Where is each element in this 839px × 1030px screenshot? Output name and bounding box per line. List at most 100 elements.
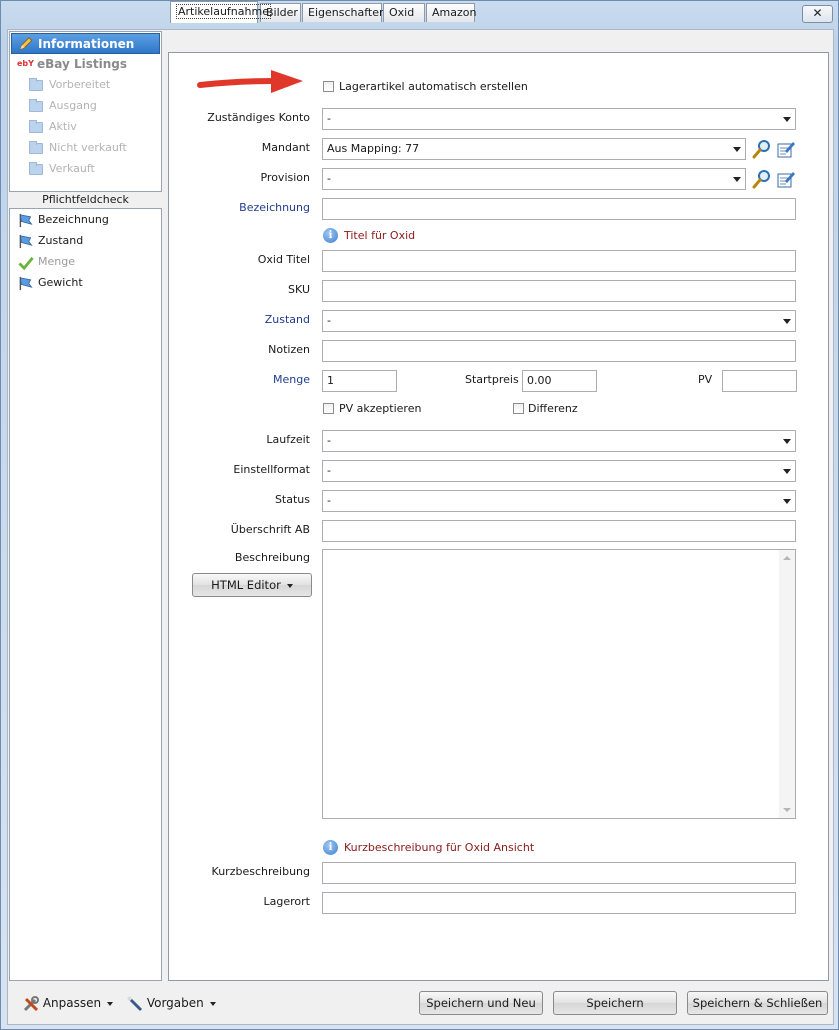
search-icon[interactable]: [752, 139, 772, 159]
folder-icon: [29, 141, 43, 154]
sidebar-item-label: Nicht verkauft: [49, 141, 127, 154]
tab-label: Artikelaufnahme: [176, 4, 271, 19]
scroll-down-icon[interactable]: [783, 808, 791, 812]
pencil-icon: [19, 37, 33, 51]
scroll-up-icon[interactable]: [783, 556, 791, 560]
tab-eigenschaften[interactable]: Eigenschaften: [302, 3, 386, 22]
mandant-label: Mandant: [261, 141, 310, 154]
sku-input[interactable]: [322, 280, 796, 302]
pv-input[interactable]: [722, 370, 797, 392]
lagerort-input[interactable]: [322, 892, 796, 914]
lagerartikel-checkbox[interactable]: [323, 81, 334, 92]
chevron-down-icon: [783, 117, 791, 122]
pflichtfeld-item-gewicht[interactable]: Gewicht: [11, 273, 160, 294]
notizen-input[interactable]: [322, 340, 796, 362]
pflichtfeldcheck-title: Pflichtfeldcheck: [42, 193, 129, 206]
speichern-button[interactable]: Speichern: [553, 991, 677, 1015]
sidebar-item-vorbereitet[interactable]: Vorbereitet: [11, 75, 160, 96]
tab-oxid[interactable]: Oxid: [383, 3, 425, 22]
anpassen-menu[interactable]: Anpassen: [23, 995, 114, 1012]
chevron-down-icon: [783, 499, 791, 504]
folder-icon: [29, 99, 43, 112]
sidebar-item-label: Aktiv: [49, 120, 77, 133]
sidebar-item-ausgang[interactable]: Ausgang: [11, 96, 160, 117]
tab-artikelaufnahme[interactable]: Artikelaufnahme: [170, 1, 271, 23]
folder-icon: [29, 120, 43, 133]
laufzeit-select[interactable]: -: [322, 430, 796, 452]
chevron-down-icon: [783, 319, 791, 324]
einstellformat-select[interactable]: -: [322, 460, 796, 482]
chevron-down-icon: [733, 147, 741, 152]
pflichtfeld-item-zustand[interactable]: Zustand: [11, 231, 160, 252]
pflichtfeld-label: Zustand: [38, 234, 84, 247]
sidebar-header-ebay-listings[interactable]: ebY eBay Listings: [11, 54, 160, 75]
flag-icon: [19, 213, 33, 228]
sidebar-item-label: Vorbereitet: [49, 78, 111, 91]
folder-icon: [29, 162, 43, 175]
select-value: -: [327, 172, 331, 185]
search-icon[interactable]: [752, 169, 772, 189]
html-editor-button[interactable]: HTML Editor: [192, 573, 312, 597]
titel-info-text: Titel für Oxid: [344, 229, 416, 242]
speichern-und-schliessen-button[interactable]: Speichern & Schließen: [687, 991, 828, 1015]
sidebar-header-label: eBay Listings: [37, 57, 128, 71]
pv-akzeptieren-label: PV akzeptieren: [339, 402, 422, 415]
scrollbar[interactable]: [779, 550, 795, 818]
edit-icon[interactable]: [776, 139, 796, 159]
status-label: Status: [274, 493, 310, 506]
startpreis-input[interactable]: 0.00: [522, 370, 597, 392]
menge-label: Menge: [273, 373, 310, 386]
edit-icon[interactable]: [776, 169, 796, 189]
select-value: -: [327, 112, 331, 125]
sidebar-item-informationen[interactable]: Informationen: [11, 33, 160, 54]
pflichtfeld-item-bezeichnung[interactable]: Bezeichnung: [11, 210, 160, 231]
kurzbeschreibung-input[interactable]: [322, 862, 796, 884]
differenz-checkbox[interactable]: [513, 403, 524, 414]
oxid-titel-input[interactable]: [322, 250, 796, 272]
sidebar-item-verkauft[interactable]: Verkauft: [11, 159, 160, 180]
beschreibung-textarea[interactable]: [322, 549, 796, 819]
checkmark-icon: [18, 256, 34, 270]
startpreis-label: Startpreis: [465, 373, 519, 386]
sidebar-item-nicht-verkauft[interactable]: Nicht verkauft: [11, 138, 160, 159]
select-value: -: [327, 494, 331, 507]
speichern-und-neu-button[interactable]: Speichern und Neu: [419, 991, 543, 1015]
info-icon: i: [323, 840, 338, 855]
button-label: HTML Editor: [211, 578, 281, 592]
chevron-down-icon: [733, 177, 741, 182]
chevron-down-icon: [107, 1001, 114, 1006]
pv-akzeptieren-checkbox[interactable]: [323, 403, 334, 414]
vorgaben-menu[interactable]: Vorgaben: [126, 995, 216, 1012]
tab-amazon[interactable]: Amazon: [426, 3, 476, 22]
info-icon: i: [323, 228, 338, 243]
flag-icon: [19, 276, 33, 291]
ebay-logo-icon: ebY: [17, 59, 34, 68]
ueberschrift-input[interactable]: [322, 520, 796, 542]
sku-label: SKU: [288, 283, 310, 296]
pflichtfeld-item-menge[interactable]: Menge: [11, 252, 160, 273]
provision-select[interactable]: -: [322, 168, 746, 190]
flag-icon: [19, 234, 33, 249]
vorgaben-label: Vorgaben: [146, 996, 204, 1010]
status-select[interactable]: -: [322, 490, 796, 512]
bezeichnung-label: Bezeichnung: [239, 201, 310, 214]
select-value: -: [327, 314, 331, 327]
menge-input[interactable]: 1: [322, 370, 397, 392]
wand-icon: [126, 995, 143, 1011]
sidebar-item-label: Informationen: [38, 37, 135, 51]
zustand-label: Zustand: [264, 313, 310, 326]
beschreibung-label: Beschreibung: [234, 551, 310, 564]
folder-icon: [29, 78, 43, 91]
einstellformat-label: Einstellformat: [233, 463, 310, 476]
mandant-select[interactable]: Aus Mapping: 77: [322, 138, 746, 160]
zustand-select[interactable]: -: [322, 310, 796, 332]
bezeichnung-input[interactable]: [322, 198, 796, 220]
ueberschrift-label: Überschrift AB: [230, 523, 310, 536]
zustaendiges-konto-select[interactable]: -: [322, 108, 796, 130]
lagerartikel-label: Lagerartikel automatisch erstellen: [339, 80, 528, 93]
laufzeit-label: Laufzeit: [266, 433, 310, 446]
tab-label: Eigenschaften: [308, 6, 386, 19]
close-button[interactable]: ✕: [802, 5, 833, 23]
kurzbeschreibung-label: Kurzbeschreibung: [211, 865, 310, 878]
sidebar-item-aktiv[interactable]: Aktiv: [11, 117, 160, 138]
